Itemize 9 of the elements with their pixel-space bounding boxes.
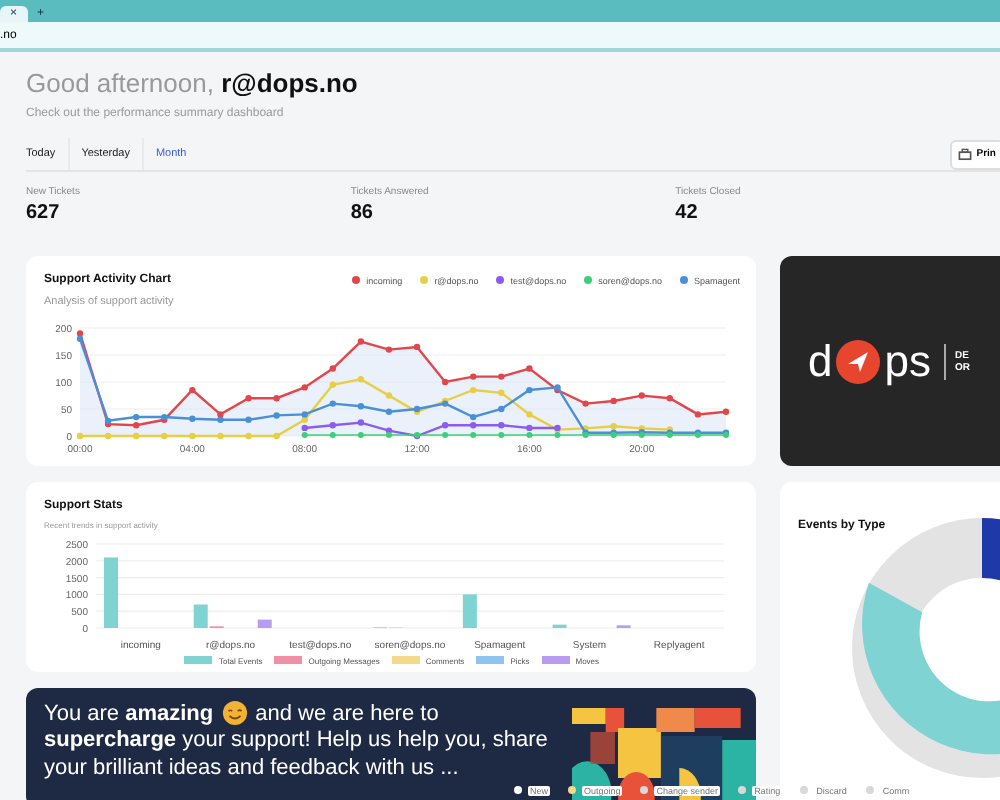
stat-value: 86	[350, 202, 375, 224]
banner-text: supercharge your support! Help us help you, share your brilliant ideas and feedback with us ...	[44, 728, 550, 783]
greeting: Good afternoon, r@dops.no	[26, 68, 360, 98]
banner-text: You are amazing	[44, 701, 214, 725]
logo-text: ps	[884, 339, 931, 383]
stat-value: 627	[26, 202, 62, 224]
logo-text: d	[808, 339, 833, 383]
stat-value: 42	[675, 202, 700, 224]
banner-text: and we are here to	[255, 701, 439, 725]
